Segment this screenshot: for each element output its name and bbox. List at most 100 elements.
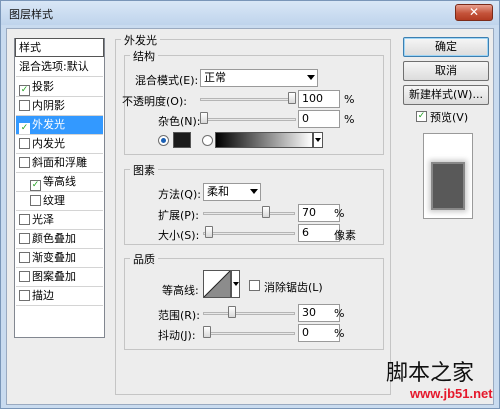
watermark-cn: 脚本之家 <box>386 361 475 386</box>
size-label: 大小(S): <box>158 229 200 242</box>
blend-mode-label: 混合模式(E): <box>135 74 199 87</box>
anti-alias-checkbox[interactable] <box>249 280 260 291</box>
style-list-item[interactable]: 纹理 <box>16 192 103 211</box>
style-list-item[interactable]: 斜面和浮雕 <box>16 154 103 173</box>
style-list: 样式 混合选项:默认 ✓ 投影 内阴影 ✓ 外发光 内发光 斜面和浮雕 ✓ 等高线 纹理 光泽 颜色叠… <box>14 38 105 338</box>
gradient-radio[interactable] <box>202 135 213 146</box>
outer-glow-title: 外发光 <box>121 32 160 48</box>
title-bar[interactable]: 图层样式 ✕ <box>1 1 499 25</box>
style-list-header[interactable]: 样式 <box>15 38 104 57</box>
jitter-slider-thumb[interactable] <box>203 326 211 338</box>
opacity-label: 不透明度(O): <box>122 95 187 108</box>
noise-input[interactable]: 0 <box>298 110 340 128</box>
jitter-unit: % <box>334 327 345 340</box>
style-item-label: 斜面和浮雕 <box>32 156 87 169</box>
style-checkbox[interactable] <box>19 290 30 301</box>
style-checkbox[interactable]: ✓ <box>19 123 30 134</box>
contour-curve-icon <box>203 270 231 298</box>
contour-label: 等高线: <box>162 284 199 297</box>
new-style-button[interactable]: 新建样式(W)... <box>403 85 489 105</box>
gradient-dropdown[interactable] <box>313 132 323 148</box>
style-item-label: 纹理 <box>43 194 65 207</box>
opacity-slider[interactable] <box>200 98 296 101</box>
style-item-label: 图案叠加 <box>32 270 76 283</box>
chevron-down-icon <box>250 189 258 194</box>
style-checkbox[interactable] <box>19 252 30 263</box>
chevron-down-icon <box>233 282 239 286</box>
cancel-button[interactable]: 取消 <box>403 61 489 81</box>
watermark-url: www.jb51.net <box>410 386 493 401</box>
style-list-item[interactable]: 内发光 <box>16 135 103 154</box>
chevron-down-icon <box>315 138 321 142</box>
noise-unit: % <box>344 113 355 126</box>
range-slider[interactable] <box>203 312 295 315</box>
contour-dropdown[interactable] <box>231 270 240 298</box>
style-list-item[interactable]: 内阴影 <box>16 97 103 116</box>
spread-unit: % <box>334 207 345 220</box>
style-checkbox[interactable] <box>19 138 30 149</box>
technique-label: 方法(Q): <box>158 188 201 201</box>
style-preview <box>423 133 473 219</box>
opacity-unit: % <box>344 93 355 106</box>
spread-slider-thumb[interactable] <box>261 206 270 218</box>
solid-color-radio[interactable] <box>158 135 169 146</box>
blend-mode-select[interactable]: 正常 <box>200 69 318 87</box>
size-unit: 像素 <box>334 229 356 242</box>
style-list-blend-options[interactable]: 混合选项:默认 <box>16 58 103 77</box>
style-item-label: 内发光 <box>32 137 65 150</box>
ok-button[interactable]: 确定 <box>403 37 489 57</box>
contour-preview[interactable] <box>203 270 231 298</box>
style-item-label: 颜色叠加 <box>32 232 76 245</box>
spread-slider[interactable] <box>203 212 295 215</box>
technique-select[interactable]: 柔和 <box>203 183 261 201</box>
preview-checkbox[interactable]: ✓ <box>416 111 427 122</box>
style-list-item[interactable]: 渐变叠加 <box>16 249 103 268</box>
noise-label: 杂色(N): <box>158 115 201 128</box>
opacity-input[interactable]: 100 <box>298 90 340 108</box>
size-slider-thumb[interactable] <box>205 226 214 238</box>
style-checkbox[interactable] <box>19 100 30 111</box>
dialog-body: 样式 混合选项:默认 ✓ 投影 内阴影 ✓ 外发光 内发光 斜面和浮雕 ✓ 等高线 纹理 光泽 颜色叠… <box>6 28 494 405</box>
jitter-slider[interactable] <box>203 332 295 335</box>
style-list-item[interactable]: 图案叠加 <box>16 268 103 287</box>
dialog-title: 图层样式 <box>9 8 53 21</box>
technique-value: 柔和 <box>207 185 229 198</box>
style-checkbox[interactable]: ✓ <box>19 85 30 96</box>
noise-slider[interactable] <box>200 118 296 121</box>
glow-color-swatch[interactable] <box>173 132 191 148</box>
structure-title: 结构 <box>130 48 158 64</box>
style-list-item[interactable]: 描边 <box>16 287 103 306</box>
anti-alias-label: 消除锯齿(L) <box>264 281 323 294</box>
range-label: 范围(R): <box>158 309 200 322</box>
close-button[interactable]: ✕ <box>455 4 493 21</box>
elements-title: 图素 <box>130 162 158 178</box>
style-list-item[interactable]: ✓ 等高线 <box>16 173 103 192</box>
range-unit: % <box>334 307 345 320</box>
noise-slider-thumb[interactable] <box>200 112 208 124</box>
style-item-label: 光泽 <box>32 213 54 226</box>
style-item-label: 内阴影 <box>32 99 65 112</box>
style-list-item[interactable]: ✓ 投影 <box>16 78 103 97</box>
size-slider[interactable] <box>203 232 295 235</box>
style-list-item[interactable]: 颜色叠加 <box>16 230 103 249</box>
gradient-swatch[interactable] <box>215 132 313 148</box>
style-checkbox[interactable]: ✓ <box>30 180 41 191</box>
style-checkbox[interactable] <box>30 195 41 206</box>
preview-thumbnail <box>433 164 463 208</box>
opacity-slider-thumb[interactable] <box>288 92 296 104</box>
blend-mode-value: 正常 <box>204 71 226 84</box>
preview-label: 预览(V) <box>430 111 469 124</box>
style-checkbox[interactable] <box>19 233 30 244</box>
style-checkbox[interactable] <box>19 271 30 282</box>
style-checkbox[interactable] <box>19 157 30 168</box>
jitter-label: 抖动(J): <box>158 329 196 342</box>
range-slider-thumb[interactable] <box>228 306 237 318</box>
style-list-item[interactable]: 光泽 <box>16 211 103 230</box>
style-item-label: 渐变叠加 <box>32 251 76 264</box>
spread-label: 扩展(P): <box>158 209 199 222</box>
style-list-item[interactable]: ✓ 外发光 <box>16 116 103 135</box>
style-item-label: 投影 <box>32 80 54 93</box>
style-checkbox[interactable] <box>19 214 30 225</box>
style-item-label: 外发光 <box>32 118 65 131</box>
layer-style-dialog: 图层样式 ✕ 样式 混合选项:默认 ✓ 投影 内阴影 ✓ 外发光 内发光 斜面和浮雕 ✓ 等高线… <box>0 0 500 409</box>
